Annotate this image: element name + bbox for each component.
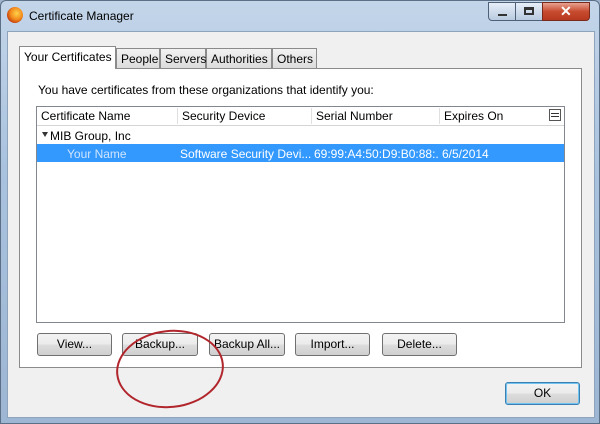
minimize-button[interactable] [488, 2, 516, 21]
maximize-button[interactable] [515, 2, 543, 21]
dialog-client-area: Your Certificates People Servers Authori… [7, 31, 595, 418]
column-security-device[interactable]: Security Device [182, 109, 265, 123]
minimize-icon [498, 14, 507, 16]
your-certificates-panel: You have certificates from these organiz… [19, 68, 582, 368]
certificate-manager-window: Certificate Manager ✕ Your Certificates … [0, 0, 600, 424]
certificate-tree[interactable]: Certificate Name Security Device Serial … [36, 106, 565, 323]
group-name: MIB Group, Inc [50, 129, 131, 143]
column-certificate-name[interactable]: Certificate Name [41, 109, 130, 123]
ok-button[interactable]: OK [505, 382, 580, 405]
tab-people[interactable]: People [116, 48, 160, 68]
import-button[interactable]: Import... [295, 333, 370, 356]
table-row[interactable]: Your Name Software Security Devi... 69:9… [37, 144, 564, 162]
column-separator[interactable] [177, 108, 178, 124]
security-device-cell: Software Security Devi... [180, 147, 311, 161]
tab-servers[interactable]: Servers [160, 48, 206, 68]
delete-button[interactable]: Delete... [382, 333, 457, 356]
title-bar[interactable]: Certificate Manager ✕ [1, 1, 599, 31]
column-separator[interactable] [311, 108, 312, 124]
backup-all-button[interactable]: Backup All... [209, 333, 285, 356]
tab-authorities[interactable]: Authorities [206, 48, 272, 68]
tree-group-row[interactable]: MIB Group, Inc [37, 126, 564, 144]
firefox-icon [7, 7, 23, 23]
close-icon: ✕ [560, 3, 572, 19]
column-expires-on[interactable]: Expires On [444, 109, 503, 123]
window-title: Certificate Manager [29, 9, 134, 23]
column-picker-icon[interactable] [549, 109, 561, 121]
expires-on-cell: 6/5/2014 [442, 147, 489, 161]
tab-your-certificates[interactable]: Your Certificates [19, 46, 116, 69]
tab-others[interactable]: Others [272, 48, 317, 68]
cert-name-cell: Your Name [67, 147, 127, 161]
intro-text: You have certificates from these organiz… [38, 83, 374, 97]
column-serial-number[interactable]: Serial Number [316, 109, 393, 123]
column-separator[interactable] [439, 108, 440, 124]
close-button[interactable]: ✕ [542, 2, 590, 21]
view-button[interactable]: View... [37, 333, 112, 356]
expand-triangle-icon[interactable] [42, 132, 48, 137]
serial-number-cell: 69:99:A4:50:D9:B0:88:... [314, 147, 438, 161]
backup-button[interactable]: Backup... [122, 333, 198, 356]
tree-header: Certificate Name Security Device Serial … [37, 107, 564, 126]
maximize-icon [524, 7, 534, 15]
